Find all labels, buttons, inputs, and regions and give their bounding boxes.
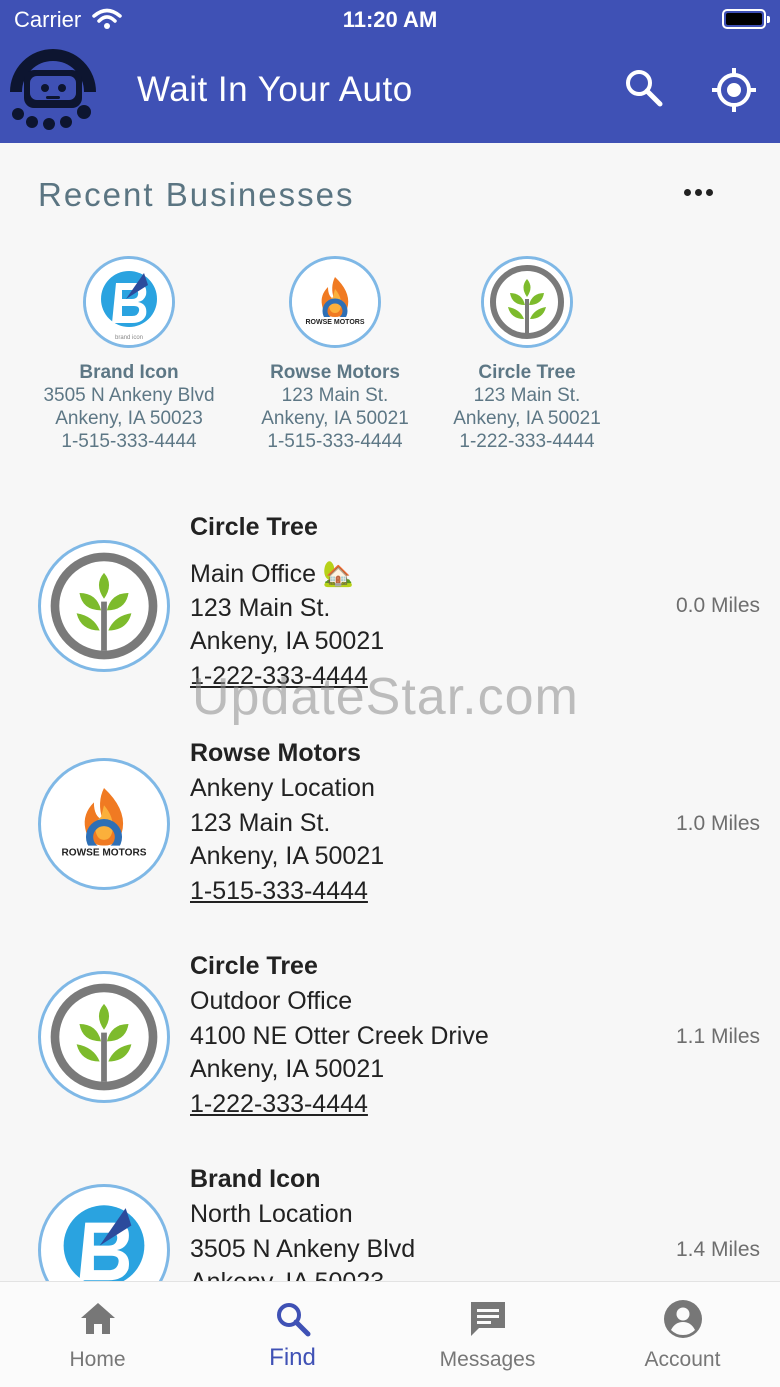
rowse-motors-logo: ROWSE MOTORS [289,256,381,348]
business-location: Main Office 🏡 [190,560,355,588]
search-icon [626,70,663,107]
home-icon [0,1299,195,1339]
gps-location-icon [712,68,756,112]
business-city: Ankeny, IA 50021 [190,842,385,870]
app-logo [10,48,96,132]
nav-account-label: Account [644,1348,721,1371]
recent-businesses-title: Recent Businesses [38,176,355,213]
business-list-item[interactable]: ROWSE MOTORS Rowse Motors Ankeny Locatio… [0,736,780,926]
business-details: Brand Icon North Location 3505 N Ankeny … [190,1162,415,1281]
business-address: 4100 NE Otter Creek Drive [190,1022,489,1050]
business-details: Rowse Motors Ankeny Location 123 Main St… [190,736,384,910]
account-icon [585,1299,780,1339]
business-list-item[interactable]: Circle Tree Outdoor Office 4100 NE Otter… [0,949,780,1139]
business-phone-link[interactable]: 1-222-333-4444 [190,1085,489,1123]
nav-find[interactable]: Find [195,1282,390,1387]
recent-business-city: Ankeny, IA 50021 [261,408,409,429]
rowse-motors-logo: ROWSE MOTORS [38,758,170,890]
nav-account[interactable]: Account [585,1282,780,1387]
business-phone-link[interactable]: 1-515-333-4444 [190,872,384,910]
business-name: Circle Tree [190,513,318,541]
business-city: Ankeny, IA 50021 [190,1055,385,1083]
recent-business-city: Ankeny, IA 50021 [453,408,601,429]
recent-business-card[interactable]: brand icon Brand Icon 3505 N Ankeny Blvd… [24,256,234,453]
watermark: UpdateStar.com [192,668,579,726]
app-title: Wait In Your Auto [137,70,413,109]
recent-business-phone: 1-222-333-4444 [459,431,595,452]
svg-text:ROWSE MOTORS: ROWSE MOTORS [306,319,365,326]
message-icon [390,1299,585,1339]
business-distance: 1.4 Miles [675,1238,760,1261]
recent-business-address: 123 Main St. [281,385,389,406]
business-address: 123 Main St. [190,809,331,837]
status-bar: Carrier 11:20 AM [0,0,780,40]
nav-home[interactable]: Home [0,1282,195,1387]
search-button[interactable] [622,66,666,110]
business-address: 123 Main St. [190,594,331,622]
circle-tree-logo [38,971,170,1103]
recent-business-phone: 1-515-333-4444 [61,431,197,452]
recent-business-city: Ankeny, IA 50023 [55,408,203,429]
nav-messages-label: Messages [439,1348,536,1371]
business-list-item[interactable]: Brand Icon North Location 3505 N Ankeny … [0,1162,780,1281]
nav-home-label: Home [69,1348,126,1371]
my-location-button[interactable] [710,66,758,114]
search-icon [195,1299,390,1339]
circle-tree-logo [481,256,573,348]
business-name: Rowse Motors [190,739,361,767]
business-distance: 1.0 Miles [675,812,760,835]
recent-business-name: Brand Icon [79,362,179,383]
business-city: Ankeny, IA 50021 [190,627,385,655]
recent-business-address: 3505 N Ankeny Blvd [43,385,215,406]
nav-messages[interactable]: Messages [390,1282,585,1387]
app-header: Carrier 11:20 AM Wait In Your Auto [0,0,780,143]
business-name: Brand Icon [190,1165,321,1193]
business-location: Outdoor Office [190,987,353,1015]
app-screen: Carrier 11:20 AM Wait In Your Auto Recen… [0,0,780,1387]
brand-icon-logo: brand icon [83,256,175,348]
business-name: Circle Tree [190,952,318,980]
brand-icon-logo [38,1184,170,1281]
recent-business-card[interactable]: Circle Tree 123 Main St. Ankeny, IA 5002… [422,256,632,453]
business-city: Ankeny, IA 50023 [190,1266,415,1281]
svg-text:brand icon: brand icon [115,335,143,341]
business-distance: 0.0 Miles [675,594,760,617]
recent-business-name: Rowse Motors [270,362,400,383]
business-details: Circle Tree Outdoor Office 4100 NE Otter… [190,949,489,1123]
more-dots-icon [683,188,691,196]
recent-business-card[interactable]: ROWSE MOTORS Rowse Motors 123 Main St. A… [230,256,440,453]
circle-tree-logo [38,540,170,672]
svg-text:ROWSE MOTORS: ROWSE MOTORS [62,848,147,859]
business-address: 3505 N Ankeny Blvd [190,1235,416,1263]
business-location: North Location [190,1200,353,1228]
more-options-button[interactable] [676,176,720,208]
recent-business-phone: 1-515-333-4444 [267,431,403,452]
clock: 11:20 AM [342,7,438,32]
recent-business-name: Circle Tree [478,362,576,383]
business-location: Ankeny Location [190,774,375,802]
business-distance: 1.1 Miles [675,1025,760,1048]
nav-find-label: Find [269,1344,316,1371]
recent-business-address: 123 Main St. [473,385,581,406]
bottom-navigation: Home Find Messages Account [0,1281,780,1387]
battery-icon [722,9,770,29]
